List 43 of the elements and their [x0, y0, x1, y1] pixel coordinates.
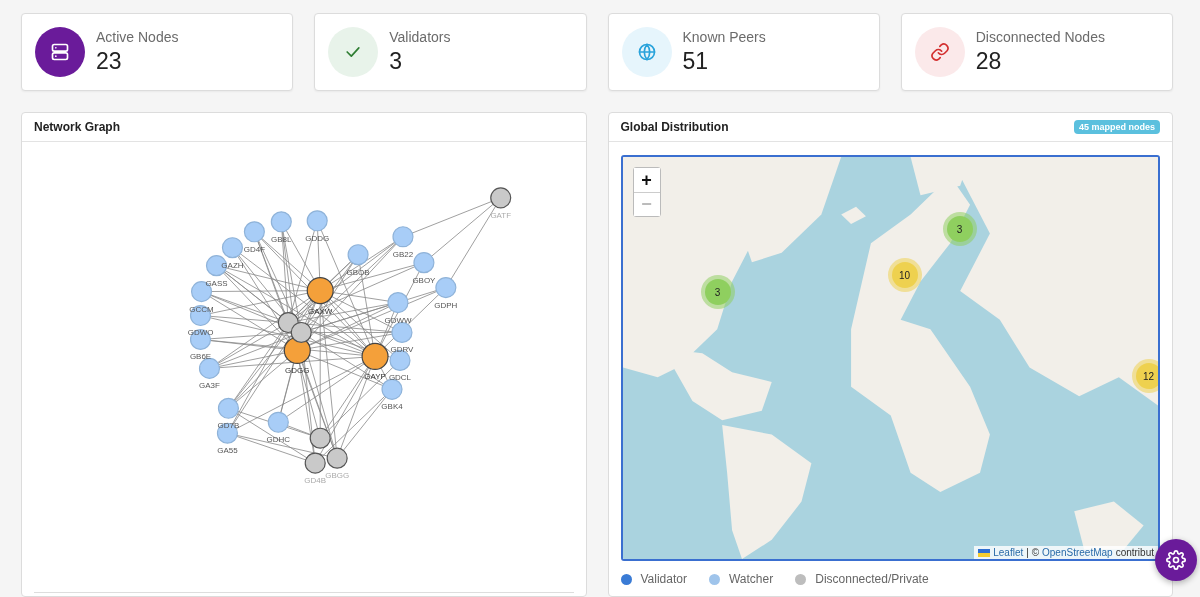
attribution-text: contribut [1115, 547, 1154, 558]
openstreetmap-link[interactable]: OpenStreetMap [1042, 547, 1113, 558]
stat-value: 51 [682, 48, 710, 75]
stat-label: Disconnected Nodes [975, 29, 1105, 45]
node-label: GBGG [325, 471, 350, 481]
stat-value: 28 [975, 48, 1003, 75]
attribution-text: | © [1026, 547, 1040, 558]
node-label: GA55 [217, 446, 238, 456]
node-label: GD4B [304, 476, 327, 486]
leaflet-link[interactable]: Leaflet [993, 547, 1024, 558]
node-label: GAYP [364, 372, 386, 382]
legend-label: Watcher [729, 572, 774, 586]
node-label: GB22 [392, 249, 414, 259]
stat-label: Active Nodes [96, 29, 179, 45]
node-label: GAXW [308, 306, 333, 316]
node-label: GD7B [217, 421, 240, 431]
node-label: GBOY [412, 275, 436, 285]
node-label: GASS [205, 278, 228, 288]
node-label: GATF [490, 210, 512, 220]
node-label: GDRV [390, 345, 414, 355]
node-label: GCCM [189, 304, 214, 314]
node-label: GDPH [434, 300, 458, 310]
node-label: GDDG [305, 233, 330, 243]
node-label: GBK4 [381, 402, 403, 412]
node-label: GBOB [346, 267, 370, 277]
panel-title: Global Distribution [620, 120, 729, 134]
node-label: GA3F [199, 381, 220, 391]
node-label: GDCL [388, 373, 412, 383]
mapped-nodes-badge: 45 mapped nodes [1073, 120, 1160, 134]
stat-label: Validators [389, 29, 451, 45]
stat-value: 23 [96, 48, 123, 75]
legend-label: Disconnected/Private [815, 572, 929, 586]
stat-label: Known Peers [682, 29, 766, 45]
node-label: GDGG [285, 366, 310, 376]
map[interactable]: + − 3 10 3 12 Leaflet | © OpenStreetMap contribut [620, 155, 1160, 561]
node-label: GDWO [187, 328, 214, 338]
legend-label: Validator [640, 572, 687, 586]
panel-title: Network Graph [34, 120, 120, 134]
node-label: GD4F [243, 244, 265, 254]
node-label: GB6E [189, 352, 212, 362]
node-label: GDWW [384, 315, 412, 325]
stat-value: 3 [389, 48, 404, 75]
node-label: GDHC [266, 435, 291, 445]
